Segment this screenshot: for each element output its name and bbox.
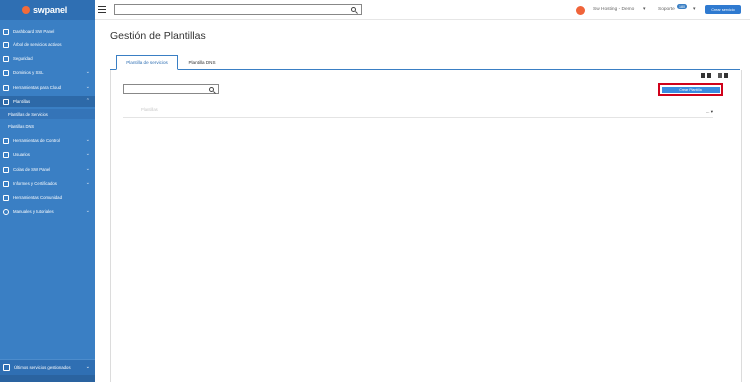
chevron-down-icon: ⌄ xyxy=(85,84,90,90)
recent-icon xyxy=(3,364,10,371)
sidebar-item-users[interactable]: Usuarios ⌄ xyxy=(0,149,95,160)
tab-label: Plantilla DNS xyxy=(188,59,216,65)
queue-icon xyxy=(3,166,9,173)
top-bar: Sw Hosting - Demo ▾ Soporte 180 ▾ Crear … xyxy=(95,0,750,20)
chevron-down-icon: ⌄ xyxy=(85,151,90,157)
brand-logo[interactable]: swpanel xyxy=(0,0,95,20)
sidebar-subitem-dns-templates[interactable]: Plantillas DNS xyxy=(0,121,95,131)
sidebar-item-label: Dashboard SW Panel xyxy=(13,29,55,34)
support-menu[interactable]: Soporte xyxy=(658,7,675,12)
page-title: Gestión de Plantillas xyxy=(110,30,206,42)
sidebar-footer xyxy=(0,375,95,382)
chevron-down-icon: ⌄ xyxy=(85,69,90,75)
sidebar-item-manuals[interactable]: Manuales y tutoriales ⌄ xyxy=(0,206,95,217)
global-search-input[interactable] xyxy=(114,4,362,15)
sidebar-item-label: Informes y Certificados xyxy=(13,181,57,186)
table-header: Plantillas ... ▾ xyxy=(123,104,713,118)
chevron-down-icon: ⌄ xyxy=(85,364,90,370)
sidebar-item-service-tree[interactable]: Árbol de servicios activos xyxy=(0,39,95,50)
export-file-icon[interactable] xyxy=(707,73,711,78)
sidebar-item-label: Usuarios xyxy=(13,152,30,157)
chevron-down-icon[interactable]: ▾ xyxy=(693,6,696,12)
sidebar-subitem-service-templates[interactable]: Plantillas de Servicios xyxy=(0,109,95,119)
sidebar-item-templates[interactable]: Plantillas ⌃ xyxy=(0,96,95,107)
organization-avatar[interactable] xyxy=(576,6,585,15)
document-icon xyxy=(3,98,9,105)
tab-dns-templates[interactable]: Plantilla DNS xyxy=(180,55,224,69)
tab-label: Plantilla de servicios xyxy=(126,60,168,65)
check-icon xyxy=(3,137,9,144)
sidebar-item-label: Seguridad xyxy=(13,56,33,61)
sidebar-subitem-label: Plantillas de Servicios xyxy=(8,111,48,117)
globe-icon xyxy=(3,69,9,76)
sidebar-item-security[interactable]: Seguridad xyxy=(0,53,95,64)
chevron-down-icon: ⌄ xyxy=(85,137,90,143)
template-search-input[interactable] xyxy=(123,84,219,94)
sidebar-item-label: Herramientas Comunidad xyxy=(13,195,62,200)
hamburger-icon xyxy=(98,6,106,8)
sidebar-item-dashboard[interactable]: Dashboard SW Panel xyxy=(0,26,95,37)
main-content: Gestión de Plantillas Plantilla de servi… xyxy=(95,20,750,382)
chevron-down-icon[interactable]: ▾ xyxy=(643,6,646,12)
sidebar-item-label: Árbol de servicios activos xyxy=(13,42,62,47)
report-icon xyxy=(3,180,9,187)
support-badge: 180 xyxy=(677,4,687,9)
export-pdf-icon[interactable] xyxy=(701,73,705,78)
search-icon[interactable] xyxy=(351,6,356,12)
chevron-down-icon: ⌄ xyxy=(85,166,90,172)
chevron-up-icon: ⌃ xyxy=(85,98,90,104)
shield-icon xyxy=(3,55,9,62)
create-service-button[interactable]: Crear servicio xyxy=(705,5,741,14)
sidebar-recent-label: Últimos servicios gestionados xyxy=(14,365,71,370)
sidebar-item-label: Colas de SW Panel xyxy=(13,167,51,172)
sidebar-item-label: Dominios y SSL xyxy=(13,70,44,75)
create-template-highlight: Crear Plantilla xyxy=(658,83,723,96)
users-icon xyxy=(3,151,9,158)
export-csv-icon[interactable] xyxy=(724,73,728,78)
templates-panel: Crear Plantilla Plantillas ... ▾ xyxy=(110,70,742,382)
sidebar-recent-services[interactable]: Últimos servicios gestionados ⌄ xyxy=(0,359,95,375)
hamburger-icon-line xyxy=(98,11,106,13)
sidebar-item-cloud-tools[interactable]: Herramientas para Cloud ⌄ xyxy=(0,82,95,93)
brand-name: swpanel xyxy=(33,5,68,15)
community-icon xyxy=(3,194,9,201)
hamburger-icon-line xyxy=(98,8,106,11)
export-excel-icon[interactable] xyxy=(718,73,722,78)
sidebar-item-label: Manuales y tutoriales xyxy=(13,209,54,214)
more-options-label: ... xyxy=(705,109,710,114)
sidebar-item-queues[interactable]: Colas de SW Panel ⌄ xyxy=(0,164,95,175)
swpanel-logo-icon xyxy=(22,6,30,14)
sidebar-item-label: Plantillas xyxy=(13,99,31,104)
tab-service-templates[interactable]: Plantilla de servicios xyxy=(116,55,178,70)
column-header-templates[interactable]: Plantillas xyxy=(141,107,158,112)
tools-icon xyxy=(3,84,9,91)
help-icon xyxy=(3,208,9,215)
sidebar-item-control-tools[interactable]: Herramientas de Control ⌄ xyxy=(0,135,95,146)
sidebar-item-label: Herramientas de Control xyxy=(13,138,60,143)
chevron-down-icon: ⌄ xyxy=(85,180,90,186)
sidebar-subitem-label: Plantillas DNS xyxy=(8,123,35,129)
sidebar-item-domains[interactable]: Dominios y SSL ⌄ xyxy=(0,67,95,78)
organization-name[interactable]: Sw Hosting - Demo xyxy=(593,7,634,12)
sidebar-item-reports[interactable]: Informes y Certificados ⌄ xyxy=(0,178,95,189)
create-template-button[interactable]: Crear Plantilla xyxy=(661,86,720,93)
sidebar-item-community-tools[interactable]: Herramientas Comunidad xyxy=(0,192,95,203)
chevron-down-icon: ▾ xyxy=(710,109,713,114)
chevron-down-icon: ⌄ xyxy=(85,208,90,214)
search-icon[interactable] xyxy=(209,86,214,92)
menu-toggle-button[interactable] xyxy=(98,5,106,14)
sidebar: swpanel Dashboard SW Panel Árbol de serv… xyxy=(0,0,95,382)
dashboard-icon xyxy=(3,28,9,35)
column-actions-menu[interactable]: ... ▾ xyxy=(706,109,713,115)
tree-icon xyxy=(3,41,9,48)
sidebar-item-label: Herramientas para Cloud xyxy=(13,85,62,90)
